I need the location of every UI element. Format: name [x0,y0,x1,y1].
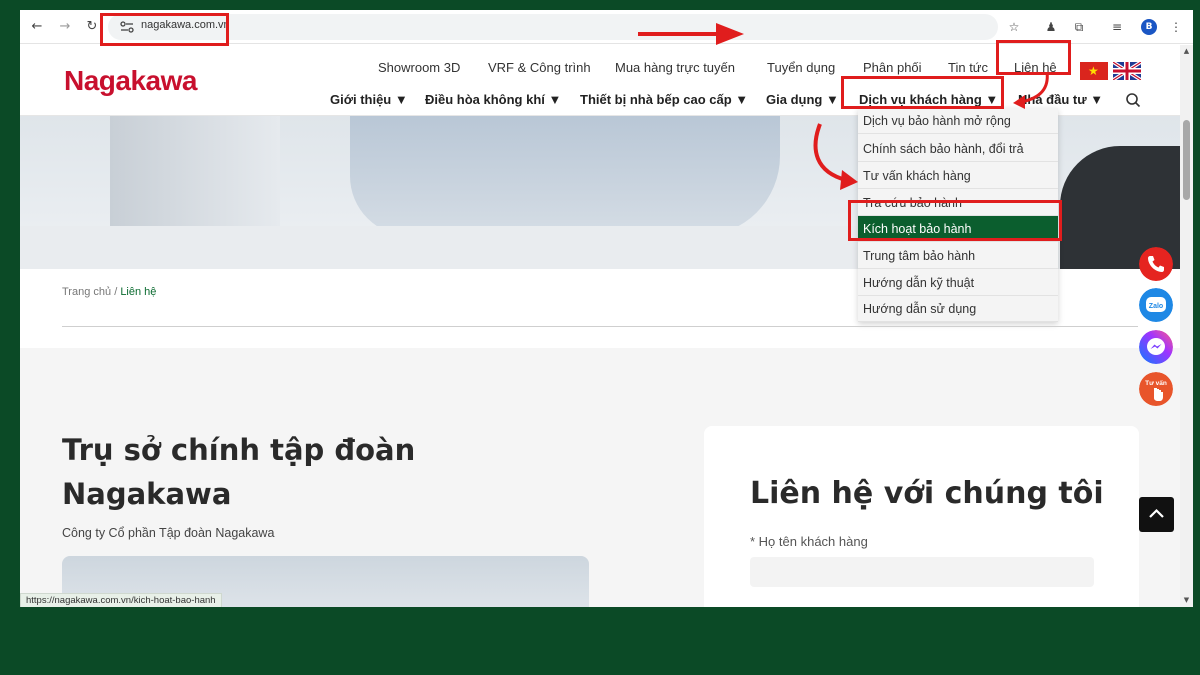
profile-avatar[interactable]: B [1141,19,1157,35]
customer-service-highlight-box [841,76,1004,109]
extension-person-icon[interactable]: ♟ [1042,18,1060,36]
topnav-distribution[interactable]: Phân phối [863,60,922,75]
mainnav-kitchen[interactable]: Thiết bị nhà bếp cao cấp ▼ [580,92,748,107]
more-menu-icon[interactable]: ⋮ [1167,18,1185,36]
bookmark-star-icon[interactable]: ☆ [1005,18,1023,36]
topnav-recruitment[interactable]: Tuyển dụng [767,60,835,75]
curved-arrow-to-menu-icon [1013,71,1049,109]
mainnav-about[interactable]: Giới thiệu ▼ [330,92,408,107]
headquarters-subtitle: Công ty Cổ phần Tập đoàn Nagakawa [62,526,275,540]
dropdown-customer-advice[interactable]: Tư vấn khách hàng [858,163,1058,189]
breadcrumb-home[interactable]: Trang chủ [62,286,111,298]
url-highlight-box [100,13,229,46]
page-scrollbar[interactable]: ▲ ▼ [1180,45,1193,607]
topnav-news[interactable]: Tin tức [948,60,988,75]
mainnav-household[interactable]: Gia dụng ▼ [766,92,839,107]
divider [62,326,1138,327]
topnav-online-shopping[interactable]: Mua hàng trực tuyến [615,60,735,75]
media-control-icon[interactable]: ≡ [1108,18,1126,36]
breadcrumb-current: Liên hệ [120,286,157,298]
contact-form-title: Liên hệ với chúng tôi [750,476,1104,511]
extensions-puzzle-icon[interactable]: ⧉ [1070,18,1088,36]
search-icon[interactable] [1125,92,1141,108]
chevron-up-icon [1149,508,1164,518]
zalo-icon[interactable]: Zalo [1139,288,1173,322]
back-to-top-button[interactable] [1139,497,1174,532]
dropdown-warranty-center[interactable]: Trung tâm bảo hành [858,243,1058,269]
english-flag-icon[interactable] [1113,62,1141,80]
topnav-showroom-3d[interactable]: Showroom 3D [378,60,460,75]
vietnamese-flag-icon[interactable]: ★ [1080,62,1108,80]
scrollbar-thumb[interactable] [1183,120,1190,200]
main-content: Trụ sở chính tập đoàn Nagakawa Công ty C… [20,348,1180,607]
warranty-activation-highlight-box [848,200,1062,241]
forward-icon[interactable]: → [56,18,74,36]
nagakawa-logo[interactable]: Nagakawa [64,65,197,97]
scroll-up-icon[interactable]: ▲ [1182,47,1191,56]
customer-name-label: * Họ tên khách hàng [750,534,868,549]
phone-call-icon[interactable] [1139,247,1173,281]
dropdown-user-guide[interactable]: Hướng dẫn sử dụng [858,296,1058,322]
back-icon[interactable]: ← [28,18,46,36]
address-bar[interactable] [108,14,998,40]
zalo-label: Zalo [1149,303,1163,310]
dropdown-technical-guide[interactable]: Hướng dẫn kỹ thuật [858,270,1058,296]
breadcrumb-separator: / [114,286,118,298]
advice-label: Tư vấn [1145,379,1167,387]
headquarters-title: Trụ sở chính tập đoàn Nagakawa [62,433,416,511]
topnav-vrf[interactable]: VRF & Công trình [488,60,591,75]
breadcrumb: Trang chủ / Liên hệ [62,286,156,298]
customer-name-input[interactable] [750,557,1094,587]
messenger-icon[interactable] [1139,330,1173,364]
link-status-url: https://nagakawa.com.vn/kich-hoat-bao-ha… [20,593,222,607]
contact-form-card: Liên hệ với chúng tôi * Họ tên khách hàn… [704,426,1139,607]
advice-hand-icon[interactable]: Tư vấn [1139,372,1173,406]
url-right-arrow-icon [638,23,744,45]
mainnav-air-conditioner[interactable]: Điều hòa không khí ▼ [425,92,561,107]
curved-arrow-to-activation-icon [813,123,858,190]
scroll-down-icon[interactable]: ▼ [1182,596,1191,605]
reload-icon[interactable]: ↻ [83,18,101,36]
dropdown-warranty-policy[interactable]: Chính sách bảo hành, đổi trả [858,136,1058,162]
